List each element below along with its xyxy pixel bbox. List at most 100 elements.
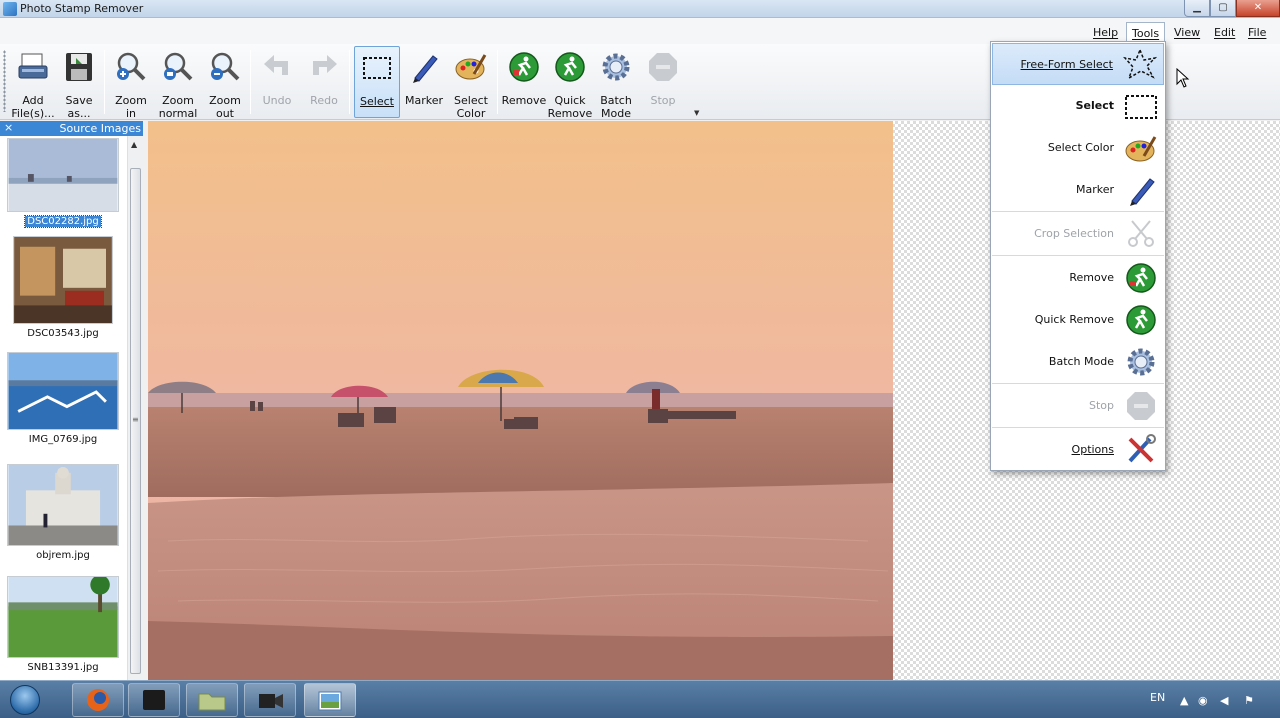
- list-item[interactable]: SNB13391.jpg: [0, 576, 126, 673]
- save-disk-icon: [66, 53, 92, 81]
- menu-view[interactable]: View: [1174, 26, 1200, 39]
- stop-label: Stop: [650, 94, 676, 107]
- redo-button[interactable]: Redo: [301, 46, 347, 118]
- menu-item-select-color[interactable]: Select Color: [992, 127, 1164, 169]
- maximize-button[interactable]: ▢: [1210, 0, 1236, 17]
- taskbar-photo-stamp-remover[interactable]: [304, 683, 356, 717]
- remove-button[interactable]: Remove: [501, 46, 547, 118]
- menu-item-label: Batch Mode: [1048, 355, 1114, 368]
- source-images-scrollbar[interactable]: ▲ ≡: [127, 136, 143, 680]
- menu-item-remove[interactable]: Remove: [992, 257, 1164, 299]
- toolbar-overflow-icon[interactable]: ▼: [694, 109, 699, 117]
- taskbar-firefox[interactable]: [72, 683, 124, 717]
- zoom-normal-icon: [164, 52, 193, 81]
- folder-icon: [198, 693, 226, 711]
- add-files-label: Add File(s)...: [11, 94, 55, 120]
- select-color-label: Select Color: [454, 94, 488, 120]
- photo-app-icon: [318, 691, 342, 711]
- quick-remove-runner-icon: [555, 52, 585, 82]
- remove-runner-icon: [1126, 263, 1156, 293]
- thumbnail-label: objrem.jpg: [36, 550, 90, 561]
- thumbnail-label: IMG_0769.jpg: [28, 434, 98, 445]
- menu-help[interactable]: Help: [1093, 26, 1118, 39]
- list-item[interactable]: DSC03543.jpg: [0, 236, 126, 339]
- batch-mode-button[interactable]: Batch Mode: [593, 46, 639, 120]
- zoom-in-button[interactable]: Zoom in: [108, 46, 154, 120]
- marker-label: Marker: [404, 94, 444, 107]
- menu-item-label: Options: [1071, 443, 1114, 456]
- toolbar-separator: [250, 50, 251, 114]
- menu-edit[interactable]: Edit: [1214, 26, 1235, 39]
- menu-separator: [992, 211, 1164, 212]
- scissors-icon: [1128, 220, 1154, 247]
- firefox-icon: [87, 689, 109, 711]
- zoom-out-button[interactable]: Zoom out: [202, 46, 248, 120]
- thumbnail: [7, 576, 119, 658]
- rectangle-select-icon: [363, 57, 391, 79]
- stop-button[interactable]: Stop: [640, 46, 686, 118]
- quick-remove-runner-icon: [1126, 305, 1156, 335]
- menu-item-stop[interactable]: Stop: [992, 385, 1164, 427]
- undo-button[interactable]: Undo: [254, 46, 300, 118]
- toolbar-grip[interactable]: [3, 50, 6, 112]
- toolbar-separator: [104, 50, 105, 114]
- volume-icon[interactable]: ◀: [1220, 694, 1228, 707]
- menu-item-free-form-select[interactable]: Free-Form Select: [992, 43, 1164, 85]
- menu-item-crop-selection[interactable]: Crop Selection: [992, 213, 1164, 255]
- gear-icon: [1127, 348, 1155, 376]
- zoom-in-icon: [117, 52, 146, 81]
- quick-remove-button[interactable]: Quick Remove: [547, 46, 593, 120]
- main-photo[interactable]: [148, 121, 893, 680]
- zoom-normal-button[interactable]: Zoom normal: [155, 46, 201, 120]
- menu-item-marker[interactable]: Marker: [992, 169, 1164, 211]
- source-images-header: × Source Images: [0, 121, 143, 136]
- thumbnail: [13, 236, 113, 324]
- add-files-button[interactable]: Add File(s)...: [10, 46, 56, 120]
- menu-item-select[interactable]: Select: [992, 85, 1164, 127]
- scroll-thumb[interactable]: ≡: [130, 168, 141, 674]
- folder-dark-icon: [143, 690, 165, 710]
- redo-arrow-icon: [313, 55, 337, 75]
- grip-icon: ≡: [132, 415, 139, 424]
- network-icon[interactable]: ◉: [1198, 694, 1208, 707]
- menu-item-options[interactable]: Options: [992, 429, 1164, 471]
- select-button[interactable]: Select: [354, 46, 400, 118]
- language-indicator[interactable]: EN: [1150, 691, 1165, 704]
- list-item[interactable]: DSC02282.jpg: [0, 138, 126, 228]
- tools-options-icon: [1128, 434, 1156, 463]
- thumbnail: [7, 138, 119, 212]
- close-button[interactable]: ✕: [1236, 0, 1280, 17]
- taskbar-video-camera[interactable]: [244, 683, 296, 717]
- pane-close-icon[interactable]: ×: [4, 121, 13, 134]
- menu-item-label: Crop Selection: [1034, 227, 1114, 240]
- menu-item-batch-mode[interactable]: Batch Mode: [992, 341, 1164, 383]
- free-form-select-icon: [1123, 48, 1157, 80]
- action-center-flag-icon[interactable]: ⚑: [1244, 694, 1254, 707]
- zoom-out-icon: [211, 52, 240, 81]
- menu-item-label: Stop: [1088, 399, 1114, 412]
- marker-button[interactable]: Marker: [401, 46, 447, 118]
- list-item[interactable]: objrem.jpg: [0, 464, 126, 561]
- save-as-button[interactable]: Save as...: [56, 46, 102, 120]
- taskbar-app-dark[interactable]: [128, 683, 180, 717]
- select-color-button[interactable]: Select Color: [448, 46, 494, 120]
- start-button[interactable]: [10, 685, 40, 715]
- video-camera-icon: [259, 694, 283, 708]
- palette-icon: [455, 54, 487, 80]
- menu-file[interactable]: File: [1248, 26, 1266, 39]
- remove-label: Remove: [501, 94, 547, 107]
- taskbar-file-explorer[interactable]: [186, 683, 238, 717]
- tray-expand-icon[interactable]: ▲: [1180, 694, 1188, 707]
- thumbnail-label: DSC02282.jpg: [24, 215, 102, 228]
- list-item[interactable]: IMG_0769.jpg: [0, 352, 126, 445]
- scroll-up-icon[interactable]: ▲: [131, 140, 137, 149]
- thumbnail-label: SNB13391.jpg: [27, 662, 99, 673]
- window-title: Photo Stamp Remover: [20, 2, 144, 15]
- undo-arrow-icon: [264, 55, 288, 75]
- select-label: Select: [360, 95, 394, 108]
- menu-item-quick-remove[interactable]: Quick Remove: [992, 299, 1164, 341]
- mouse-cursor-icon: [1176, 68, 1190, 88]
- title-bar: Photo Stamp Remover ▁ ▢ ✕: [0, 0, 1280, 18]
- stop-octagon-icon: [1127, 392, 1155, 420]
- minimize-button[interactable]: ▁: [1184, 0, 1210, 17]
